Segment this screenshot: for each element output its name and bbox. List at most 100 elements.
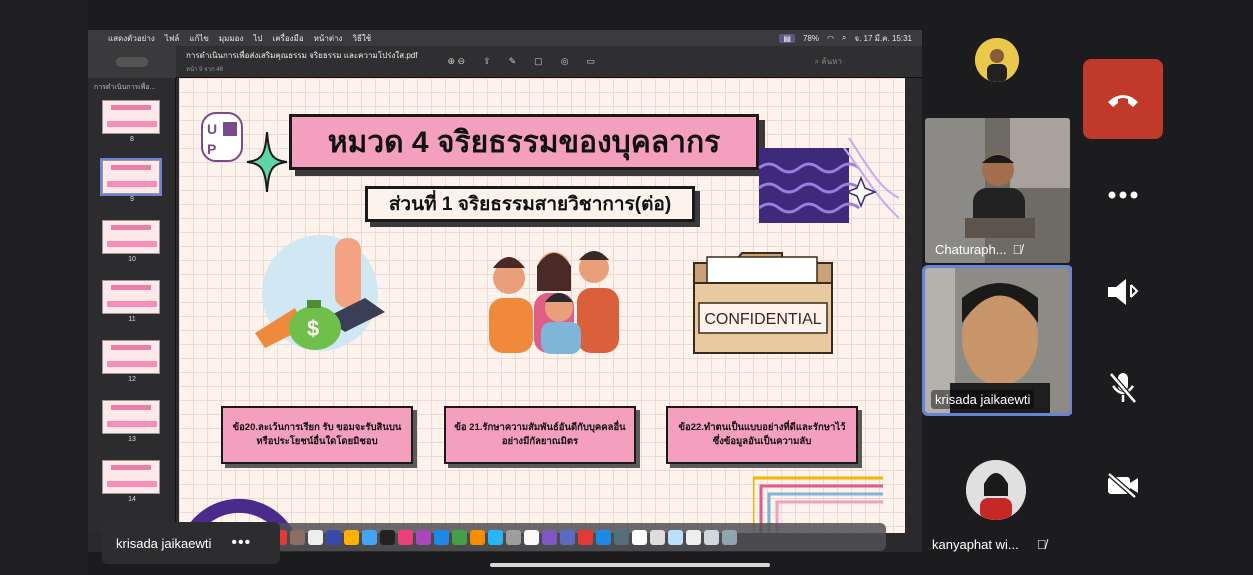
- dock-app-icon[interactable]: [308, 529, 323, 545]
- clock-label: จ. 17 มี.ค. 15:31: [854, 33, 912, 43]
- dock-app-icon[interactable]: [578, 529, 593, 545]
- thumbnail[interactable]: [102, 280, 160, 314]
- participant-avatar[interactable]: [975, 38, 1019, 82]
- menu-item[interactable]: หน้าต่าง: [314, 32, 343, 45]
- search-icon[interactable]: ⌕: [842, 33, 846, 43]
- rotate-button[interactable]: ▢: [534, 56, 543, 67]
- tv-icon[interactable]: [380, 529, 395, 545]
- thumb-number: 13: [128, 436, 136, 443]
- confidential-folder-illustration: CONFIDENTIAL: [693, 252, 833, 354]
- participant-video-tile[interactable]: Chaturaph... 🎙̸: [925, 118, 1070, 263]
- toolbar-tools: ⊕ ⊖ ⇪ ✎ ▢ ◎ ▭: [447, 56, 595, 67]
- menu-item[interactable]: เครื่องมือ: [272, 32, 303, 45]
- dock-app-icon[interactable]: [614, 529, 629, 545]
- meeting-window: แสดงตัวอย่าง ไฟล์ แก้ไข มุมมอง ไป เครื่อ…: [0, 0, 1253, 575]
- participant-name-label: kanyaphat wi... 🎙̸: [932, 537, 1046, 552]
- menu-item[interactable]: แก้ไข: [189, 32, 209, 45]
- sidebar-toggle[interactable]: [88, 45, 176, 78]
- home-indicator: [490, 563, 770, 567]
- participant-name-label: krisada jaikaewti: [931, 390, 1035, 409]
- numbers-icon[interactable]: [452, 529, 467, 545]
- dock-app-icon[interactable]: [542, 529, 557, 545]
- thumbnail-sidebar[interactable]: การดำเนินการเพื่อ... 8 9 10 11 12 13 14: [88, 78, 176, 533]
- dock-app-icon[interactable]: [290, 529, 305, 545]
- dock-app-icon[interactable]: [488, 529, 503, 545]
- camera-button[interactable]: [1083, 445, 1163, 525]
- confidential-label: CONFIDENTIAL: [704, 311, 821, 328]
- participant-name: Chaturaph...: [935, 242, 1007, 257]
- svg-text:$: $: [307, 316, 319, 341]
- pdf-slide: U P หมวด 4 จริยธรรมของบุคลากร ส่วนที่ 1 …: [179, 78, 905, 533]
- mic-muted-icon: [1109, 372, 1137, 404]
- screen-share-icon[interactable]: ▤: [779, 33, 795, 43]
- pages-icon[interactable]: [470, 529, 485, 545]
- participant-name-label: Chaturaph... 🎙̸: [931, 240, 1026, 259]
- thumb-number: 14: [128, 496, 136, 503]
- zoom-button[interactable]: ⊕ ⊖: [447, 56, 465, 67]
- settings-icon[interactable]: [506, 529, 521, 545]
- mac-menubar: แสดงตัวอย่าง ไฟล์ แก้ไข มุมมอง ไป เครื่อ…: [88, 30, 922, 46]
- share-button[interactable]: ⇪: [483, 56, 491, 67]
- music-icon[interactable]: [398, 529, 413, 545]
- menu-item[interactable]: มุมมอง: [219, 32, 244, 45]
- trash-icon[interactable]: [722, 529, 737, 545]
- card-item-22: ข้อ22.ทำตนเป็นแบบอย่างที่ดีและรักษาไว้ซึ…: [666, 406, 858, 464]
- mute-button[interactable]: [1083, 348, 1163, 428]
- self-view-label[interactable]: krisada jaikaewti •••: [102, 522, 280, 564]
- participant-avatar[interactable]: [966, 460, 1026, 520]
- mic-muted-icon: 🎙̸: [1036, 537, 1047, 552]
- document-title-area[interactable]: การดำเนินการเพื่อส่งเสริมคุณธรรม จริยธรร…: [176, 49, 417, 74]
- thumbnail[interactable]: [102, 220, 160, 254]
- more-options-icon[interactable]: •••: [231, 534, 251, 552]
- left-gutter: [0, 0, 88, 575]
- menu-item[interactable]: ไป: [253, 32, 262, 45]
- participant-video-tile-active[interactable]: krisada jaikaewti: [922, 265, 1073, 416]
- dock-app-icon[interactable]: [362, 529, 377, 545]
- slide-subtitle: ส่วนที่ 1 จริยธรรมสายวิชาการ(ต่อ): [365, 186, 695, 222]
- markup-button[interactable]: ◎: [561, 56, 569, 67]
- participant-name: kanyaphat wi...: [932, 537, 1019, 552]
- thumbnail[interactable]: [102, 340, 160, 374]
- menu-item[interactable]: ไฟล์: [165, 32, 180, 45]
- dock-app-icon[interactable]: [344, 529, 359, 545]
- page-info: หน้า 9 จาก 48: [186, 67, 223, 73]
- thumb-number: 8: [130, 136, 134, 143]
- mac-dock: [266, 523, 886, 551]
- dock-window-thumb[interactable]: [650, 529, 665, 545]
- sparkle-icon: [247, 132, 287, 192]
- menu-item[interactable]: แสดงตัวอย่าง: [108, 32, 155, 45]
- highlight-button[interactable]: ✎: [509, 56, 517, 67]
- more-icon: [1108, 191, 1138, 199]
- decorative-waves: [758, 138, 899, 223]
- dock-app-icon[interactable]: [524, 529, 539, 545]
- search-field[interactable]: ⌕ ค้นหา: [815, 55, 842, 68]
- dock-window-thumb[interactable]: [668, 529, 683, 545]
- thumbnail-active[interactable]: [100, 158, 162, 196]
- battery-label: 78%: [802, 33, 819, 43]
- wifi-icon[interactable]: ◠: [827, 34, 834, 43]
- friends-illustration: [489, 251, 619, 354]
- dock-window-thumb[interactable]: [632, 529, 647, 545]
- refuse-bribe-illustration: $: [255, 235, 385, 351]
- dock-window-thumb[interactable]: [686, 529, 701, 545]
- more-button[interactable]: [1083, 155, 1163, 235]
- thumb-number: 12: [128, 376, 136, 383]
- end-call-button[interactable]: [1083, 59, 1163, 139]
- thumbnail[interactable]: [102, 400, 160, 434]
- speaker-icon: [1108, 279, 1139, 305]
- menu-item[interactable]: วิธีใช้: [352, 32, 371, 45]
- dock-app-icon[interactable]: [560, 529, 575, 545]
- dock-app-icon[interactable]: [596, 529, 611, 545]
- shared-screen: แสดงตัวอย่าง ไฟล์ แก้ไข มุมมอง ไป เครื่อ…: [88, 30, 922, 552]
- thumbnail[interactable]: [102, 460, 160, 494]
- audio-output-button[interactable]: [1083, 252, 1163, 332]
- dock-window-thumb[interactable]: [704, 529, 719, 545]
- form-button[interactable]: ▭: [587, 56, 596, 67]
- podcasts-icon[interactable]: [416, 529, 431, 545]
- thumbnail[interactable]: [102, 100, 160, 134]
- card-item-20: ข้อ20.ละเว้นการเรียก รับ ขอมจะรับสินบนหร…: [221, 406, 413, 464]
- thumb-number: 9: [130, 196, 134, 203]
- dock-app-icon[interactable]: [326, 529, 341, 545]
- university-logo: U P: [201, 112, 243, 162]
- appstore-icon[interactable]: [434, 529, 449, 545]
